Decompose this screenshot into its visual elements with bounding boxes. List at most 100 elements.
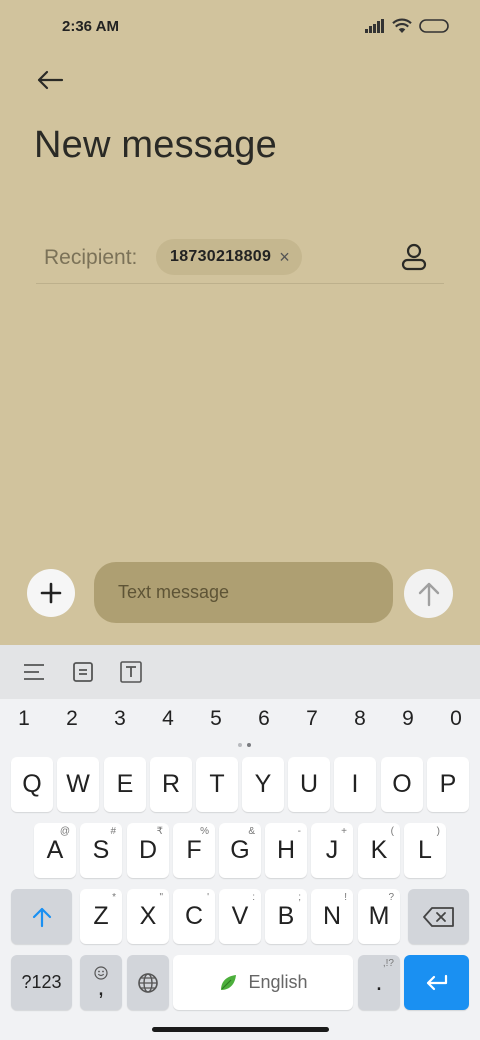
key-number[interactable]: 7: [292, 707, 332, 731]
add-attachment-button[interactable]: [27, 569, 75, 617]
backspace-key[interactable]: [408, 889, 469, 944]
chip-remove-icon[interactable]: ×: [279, 248, 290, 266]
contact-picker-button[interactable]: [398, 241, 430, 273]
message-compose-screen: 2:36 AM New message Recipient: 187302188…: [0, 0, 480, 645]
status-icons: [365, 18, 450, 34]
enter-key[interactable]: [404, 955, 469, 1010]
key-label: V: [231, 902, 249, 930]
key-letter[interactable]: :V: [219, 889, 261, 944]
key-label: M: [368, 902, 390, 930]
key-label: K: [370, 836, 388, 864]
key-alt-char: (: [390, 826, 394, 837]
send-button[interactable]: [404, 569, 453, 618]
key-letter[interactable]: T: [196, 757, 238, 812]
key-letter[interactable]: ! N: [311, 889, 353, 944]
key-alt-char: *: [112, 892, 116, 903]
space-key[interactable]: English: [173, 955, 353, 1010]
key-letter[interactable]: ) L: [404, 823, 446, 878]
key-letter[interactable]: & G: [219, 823, 261, 878]
key-label: S: [92, 836, 110, 864]
person-icon: [401, 243, 427, 271]
key-alt-char: ?: [388, 892, 394, 903]
key-letter[interactable]: U: [288, 757, 330, 812]
key-number[interactable]: 8: [340, 707, 380, 731]
status-time: 2:36 AM: [62, 18, 119, 35]
shift-icon: [32, 907, 51, 927]
key-label: F: [186, 836, 202, 864]
key-letter[interactable]: Y: [242, 757, 284, 812]
symbols-key[interactable]: ?123: [11, 955, 72, 1010]
key-letter[interactable]: (K: [358, 823, 400, 878]
page-title: New message: [34, 124, 277, 166]
arrow-left-icon: [37, 70, 64, 90]
key-letter[interactable]: O: [381, 757, 423, 812]
key-alt-char: #: [110, 826, 116, 837]
key-number[interactable]: 9: [388, 707, 428, 731]
key-letter[interactable]: Q: [11, 757, 53, 812]
clipboard-tool-button[interactable]: [69, 658, 97, 686]
key-alt-char: +: [341, 826, 347, 837]
key-letter[interactable]: # S: [80, 823, 122, 878]
key-letter[interactable]: ? M: [358, 889, 400, 944]
key-letter[interactable]: E: [104, 757, 146, 812]
key-number[interactable]: 6: [244, 707, 284, 731]
key-letter[interactable]: * Z: [80, 889, 122, 944]
key-label: B: [277, 902, 295, 930]
period-label: .: [375, 968, 383, 996]
key-alt-char: %: [200, 826, 209, 837]
space-language-label: English: [248, 972, 308, 992]
status-bar: 2:36 AM: [0, 0, 480, 56]
key-letter[interactable]: P: [427, 757, 469, 812]
language-key[interactable]: [127, 955, 169, 1010]
key-alt-char: -: [297, 826, 301, 837]
recipient-label: Recipient:: [44, 246, 138, 269]
key-alt-char: ): [436, 826, 440, 837]
recipient-chip[interactable]: 18730218809 ×: [156, 239, 302, 275]
key-number[interactable]: 1: [4, 707, 44, 731]
key-label: L: [418, 836, 432, 864]
key-number[interactable]: 2: [52, 707, 92, 731]
period-key[interactable]: ,!? .: [358, 955, 400, 1010]
menu-tool-button[interactable]: [20, 658, 48, 686]
key-number[interactable]: 4: [148, 707, 188, 731]
key-label: D: [138, 836, 158, 864]
key-letter[interactable]: " X: [127, 889, 169, 944]
key-letter[interactable]: ' C: [173, 889, 215, 944]
key-letter[interactable]: ; B: [265, 889, 307, 944]
key-label: Z: [93, 902, 109, 930]
key-letter[interactable]: + J: [311, 823, 353, 878]
key-number[interactable]: 0: [436, 707, 476, 731]
page-dot: [238, 743, 242, 747]
key-letter[interactable]: ₹ D: [127, 823, 169, 878]
message-input[interactable]: [94, 562, 393, 623]
comma-label: ,: [97, 973, 105, 1001]
key-alt-char: @: [59, 826, 70, 837]
lines-icon: [24, 664, 44, 680]
recipient-chip-number: 18730218809: [170, 248, 272, 265]
key-letter[interactable]: -H: [265, 823, 307, 878]
back-button[interactable]: [30, 62, 70, 98]
key-number[interactable]: 3: [100, 707, 140, 731]
key-letter[interactable]: I: [334, 757, 376, 812]
key-alt-char: ": [159, 892, 163, 903]
emoji-comma-key[interactable]: ,: [80, 955, 122, 1010]
recipient-field[interactable]: Recipient: 18730218809 ×: [36, 236, 444, 284]
globe-icon: [138, 972, 158, 993]
key-number[interactable]: 5: [196, 707, 236, 731]
key-letter[interactable]: W: [57, 757, 99, 812]
clipboard-icon: [73, 662, 93, 682]
leaf-icon: [221, 974, 237, 990]
key-label: X: [139, 902, 157, 930]
key-letter[interactable]: % F: [173, 823, 215, 878]
keyboard-toolbar: [0, 645, 480, 699]
page-indicator: [238, 743, 251, 747]
keyboard: 1 2 3 4 5 6 7 8 9 0 Q W E R T Y U I O P …: [0, 645, 480, 1040]
key-alt-char: ₹: [156, 826, 163, 837]
text-tool-button[interactable]: [117, 658, 145, 686]
shift-key[interactable]: [11, 889, 72, 944]
key-alt-char: ,!?: [382, 958, 394, 969]
home-indicator[interactable]: [152, 1027, 329, 1032]
key-letter[interactable]: @ A: [34, 823, 76, 878]
key-letter[interactable]: R: [150, 757, 192, 812]
key-alt-char: &: [248, 826, 255, 837]
